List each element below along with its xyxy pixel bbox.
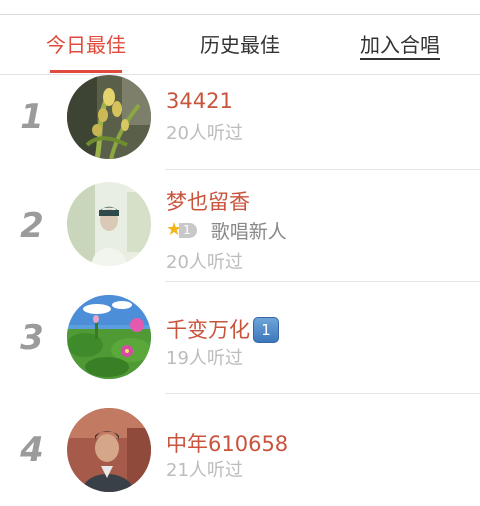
list-item[interactable]: 4 中年610658 21人听过	[0, 394, 480, 506]
tab-history-best[interactable]: 历史最佳	[184, 15, 296, 75]
tab-today-best[interactable]: 今日最佳	[30, 15, 142, 75]
listen-count: 20人听过	[166, 252, 243, 273]
rank-number: 2	[20, 206, 44, 246]
rank-badge-icon: 1	[253, 317, 279, 343]
singer-name[interactable]: 中年610658	[166, 428, 288, 458]
avatar[interactable]	[67, 295, 151, 379]
rank-number: 3	[20, 318, 44, 358]
lotus-photo	[67, 295, 151, 379]
rank-number: 4	[20, 430, 44, 470]
singer-name[interactable]: 梦也留香	[166, 186, 250, 216]
list-item[interactable]: 3 千变万化 1 19人听过	[0, 282, 480, 394]
active-tab-indicator	[50, 70, 122, 73]
avatar[interactable]	[67, 408, 151, 492]
level-badge: 1	[179, 222, 197, 238]
listen-count: 21人听过	[166, 460, 243, 481]
avatar[interactable]	[67, 182, 151, 266]
singer-name[interactable]: 千变万化 1	[166, 314, 279, 344]
man-portrait-photo	[67, 408, 151, 492]
portrait-photo	[67, 182, 151, 266]
listen-count: 19人听过	[166, 348, 243, 369]
rank-number: 1	[20, 97, 44, 137]
avatar[interactable]	[67, 75, 151, 159]
singer-level: ★ 1 歌唱新人	[166, 218, 287, 243]
singer-name-text: 千变万化	[166, 318, 250, 342]
level-title: 歌唱新人	[210, 220, 287, 243]
orchid-photo	[67, 75, 151, 159]
tab-bar: 今日最佳 历史最佳 加入合唱	[0, 15, 480, 75]
tab-join-chorus[interactable]: 加入合唱	[344, 15, 456, 75]
listen-count: 20人听过	[166, 123, 243, 144]
singer-name[interactable]: 34421	[166, 89, 233, 113]
